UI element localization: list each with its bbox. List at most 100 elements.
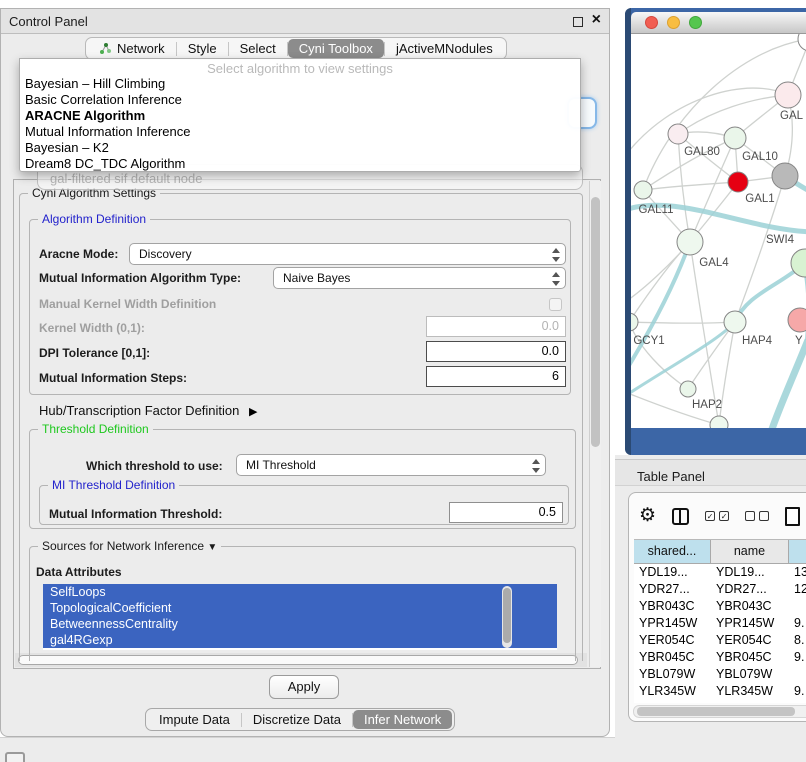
network-window-titlebar[interactable] <box>631 12 806 34</box>
split-columns-icon[interactable] <box>672 508 689 525</box>
algorithm-option-bayesian-k2[interactable]: Bayesian – K2 <box>20 140 580 156</box>
document-icon[interactable] <box>785 507 800 526</box>
network-canvas[interactable]: GALGAL80GAL10GAL1GAL11SWI4GAL4GCY1HAP4YH… <box>631 34 806 428</box>
network-node-gal1[interactable] <box>728 172 748 192</box>
table-row[interactable]: YDR27...YDR27...12 <box>634 581 806 598</box>
table-toolbar: ⚙ ✓ ✓ <box>639 503 800 529</box>
network-view-window: GALGAL80GAL10GAL1GAL11SWI4GAL4GCY1HAP4YH… <box>625 8 806 455</box>
table-row[interactable]: YBR043CYBR043C <box>634 598 806 615</box>
minimize-traffic-light[interactable] <box>667 16 680 29</box>
combo-arrows-icon <box>532 458 540 474</box>
checked-box-icon: ✓ <box>705 511 715 521</box>
aracne-mode-combo[interactable]: Discovery <box>129 243 566 265</box>
table-row[interactable]: YBL079WYBL079W <box>634 666 806 683</box>
network-node-gcy1[interactable] <box>631 313 638 331</box>
network-node-gal[interactable] <box>775 82 801 108</box>
tab-label: Network <box>117 41 165 56</box>
close-traffic-light[interactable] <box>645 16 658 29</box>
apply-button[interactable]: Apply <box>269 675 339 699</box>
algorithm-option-aracne-algorithm[interactable]: ARACNE Algorithm <box>20 108 580 124</box>
algorithm-option-basic-correlation-inference[interactable]: Basic Correlation Inference <box>20 92 580 108</box>
table-panel-section: Table Panel ⚙ ✓ ✓ shared...nameAYDL19...… <box>615 455 806 762</box>
which-threshold-label: Which threshold to use: <box>86 459 223 473</box>
network-icon <box>99 42 112 55</box>
table-row[interactable]: YPR145WYPR145W9. <box>634 615 806 632</box>
network-edge[interactable] <box>631 322 688 389</box>
column-header-shared[interactable]: shared... <box>634 540 711 564</box>
tab-label: Style <box>188 41 217 56</box>
attribute-item-gal4rgexp[interactable]: gal4RGexp <box>43 632 557 648</box>
dpi-tolerance-input[interactable]: 0.0 <box>426 341 566 362</box>
network-node-hap4[interactable] <box>724 311 746 333</box>
table-cell: YLR345W <box>711 683 789 700</box>
close-icon[interactable]: × <box>592 11 601 29</box>
network-node-gal11[interactable] <box>634 181 652 199</box>
kernel-width-input[interactable]: 0.0 <box>426 316 566 337</box>
node-attribute-table[interactable]: shared...nameAYDL19...YDL19...13YDR27...… <box>634 539 806 703</box>
tab-jactivemnodules[interactable]: jActiveMNodules <box>385 39 504 58</box>
table-row[interactable]: YBR045CYBR045C9. <box>634 649 806 666</box>
algorithm-option-bayesian-hill-climbing[interactable]: Bayesian – Hill Climbing <box>20 76 580 92</box>
network-edge-thick[interactable] <box>771 340 806 428</box>
network-node-hap2[interactable] <box>680 381 696 397</box>
tab-impute-data[interactable]: Impute Data <box>148 710 241 729</box>
network-node[interactable] <box>772 163 798 189</box>
column-header-name[interactable]: name <box>711 540 789 564</box>
network-node[interactable] <box>710 416 728 428</box>
network-node-gal4[interactable] <box>677 229 703 255</box>
table-row[interactable]: YER054CYER054C8. <box>634 632 806 649</box>
attribute-item-selfloops[interactable]: SelfLoops <box>43 584 557 600</box>
data-attributes-list[interactable]: SelfLoopsTopologicalCoefficientBetweenne… <box>43 584 557 650</box>
tab-infer-network[interactable]: Infer Network <box>353 710 452 729</box>
tab-style[interactable]: Style <box>177 39 228 58</box>
float-window-icon[interactable] <box>573 17 583 27</box>
table-row[interactable]: YLR345WYLR345W9. <box>634 683 806 700</box>
manual-kernel-checkbox[interactable] <box>549 298 562 311</box>
table-cell: 12 <box>789 581 806 598</box>
network-node-gal80[interactable] <box>668 124 688 144</box>
tab-network[interactable]: Network <box>88 39 176 58</box>
tab-discretize-data[interactable]: Discretize Data <box>242 710 352 729</box>
aracne-mode-value: Discovery <box>139 247 192 261</box>
attribute-item-betweennesscentrality[interactable]: BetweennessCentrality <box>43 616 557 632</box>
mi-steps-input[interactable]: 6 <box>426 366 566 387</box>
minimized-panel-icon[interactable] <box>5 752 25 762</box>
scrollbar-thumb[interactable] <box>503 588 511 643</box>
table-horizontal-scrollbar[interactable] <box>633 705 806 718</box>
column-header-a[interactable]: A <box>789 540 806 564</box>
hub-definition-expander[interactable]: Hub/Transcription Factor Definition ▶ <box>39 403 257 418</box>
tab-select[interactable]: Select <box>229 39 287 58</box>
table-cell: YBR045C <box>634 649 711 666</box>
sources-group-title[interactable]: Sources for Network Inference ▼ <box>38 539 221 553</box>
select-all-checkboxes-icon[interactable]: ✓ ✓ <box>705 511 729 521</box>
table-row[interactable]: YIL052CYIL052C9. <box>634 700 806 703</box>
table-cell: YPR145W <box>711 615 789 632</box>
checked-box-icon: ✓ <box>719 511 729 521</box>
network-node-gal10[interactable] <box>724 127 746 149</box>
deselect-all-checkboxes-icon[interactable] <box>745 511 769 521</box>
mi-type-combo[interactable]: Naive Bayes <box>273 267 566 289</box>
attribute-list-scrollbar[interactable] <box>502 586 512 648</box>
node-label: GAL <box>780 110 804 122</box>
algorithm-option-dream8-dc-tdc-algorithm[interactable]: Dream8 DC_TDC Algorithm <box>20 156 580 172</box>
network-edge[interactable] <box>690 242 719 425</box>
settings-vertical-scrollbar[interactable] <box>589 181 601 667</box>
algorithm-option-mutual-information-inference[interactable]: Mutual Information Inference <box>20 124 580 140</box>
gear-icon[interactable]: ⚙ <box>639 505 656 527</box>
which-threshold-combo[interactable]: MI Threshold <box>236 454 546 476</box>
zoom-traffic-light[interactable] <box>689 16 702 29</box>
network-edge[interactable] <box>631 322 735 323</box>
table-cell: YBR043C <box>634 598 711 615</box>
network-node-y[interactable] <box>788 308 806 332</box>
scrollbar-thumb[interactable] <box>637 707 795 716</box>
attribute-item-topologicalcoefficient[interactable]: TopologicalCoefficient <box>43 600 557 616</box>
table-row[interactable]: YDL19...YDL19...13 <box>634 564 806 581</box>
scrollbar-thumb[interactable] <box>591 197 600 447</box>
network-node[interactable] <box>798 34 806 51</box>
control-panel-title: Control Panel <box>9 14 88 29</box>
manual-kernel-label: Manual Kernel Width Definition <box>39 297 216 311</box>
combo-arrows-icon <box>552 247 560 263</box>
mi-threshold-input[interactable]: 0.5 <box>449 502 563 523</box>
tab-cyni-toolbox[interactable]: Cyni Toolbox <box>288 39 384 58</box>
network-edge[interactable] <box>643 182 738 190</box>
